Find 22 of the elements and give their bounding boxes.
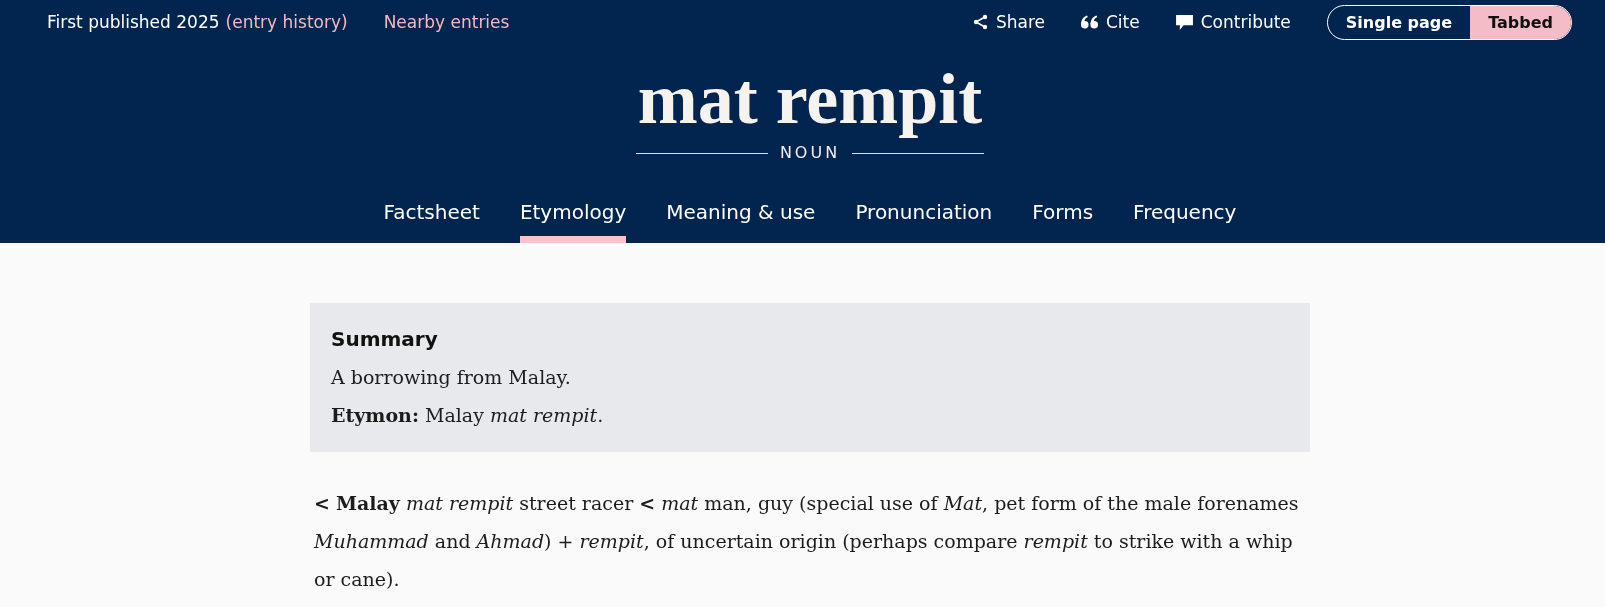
published-date: First published 2025 [47, 12, 220, 32]
part-of-speech: NOUN [779, 143, 841, 163]
tab[interactable]: Forms [1032, 181, 1094, 243]
tab[interactable]: Meaning & use [666, 181, 816, 243]
tab[interactable]: Frequency [1133, 181, 1237, 243]
quote-icon [1081, 15, 1098, 29]
tab[interactable]: Factsheet [383, 181, 480, 243]
etymology-text: < Malay mat rempit street racer < mat man, guy (special use of Mat, pet form of the male forenames Muhammad and Ahmad) + rempit, of uncertain origin (perhaps compare rempit to strike with a whip or cane). [312, 491, 1300, 592]
tab[interactable]: Etymology [519, 181, 627, 243]
speech-bubble-icon [1175, 14, 1193, 30]
cite-button[interactable]: Cite [1081, 12, 1140, 32]
view-option[interactable]: Single page [1327, 5, 1471, 39]
share-icon [972, 14, 988, 30]
summary-heading: Summary [331, 326, 439, 353]
summary-line: Etymon: Malay mat rempit. [331, 403, 605, 428]
share-button[interactable]: Share [972, 12, 1045, 32]
tab[interactable]: Pronunciation [855, 181, 993, 243]
view-option[interactable]: Tabbed [1470, 5, 1571, 39]
entry-history-link[interactable]: (entry history) [225, 12, 348, 32]
contribute-button[interactable]: Contribute [1175, 12, 1291, 32]
summary-line: A borrowing from Malay. [331, 365, 572, 390]
nearby-entries-link[interactable]: Nearby entries [383, 12, 510, 32]
